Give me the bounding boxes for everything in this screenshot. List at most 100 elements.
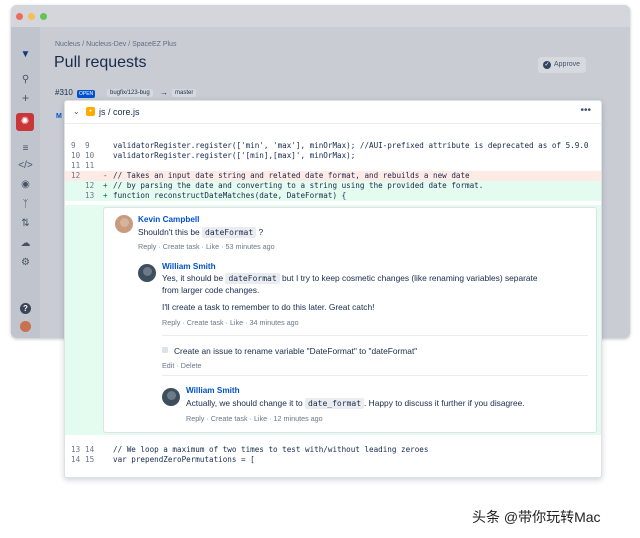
timestamp: 53 minutes ago — [221, 242, 275, 251]
create-task-link[interactable]: Create task — [182, 318, 223, 327]
new-line-number: 9 — [85, 141, 90, 150]
old-line-number: 9 — [71, 141, 76, 150]
comment-text: from larger code changes. — [162, 285, 260, 295]
search-icon[interactable]: ⚲ — [11, 74, 40, 86]
code-text: validatorRegister.register(['[min],[max]… — [113, 151, 356, 160]
reply-link[interactable]: Reply — [186, 414, 204, 423]
task-checkbox[interactable] — [162, 347, 168, 353]
like-link[interactable]: Like — [202, 242, 220, 251]
comment-author[interactable]: William Smith — [186, 386, 240, 395]
avatar[interactable] — [115, 215, 133, 233]
like-link[interactable]: Like — [250, 414, 268, 423]
new-line-number: 12 — [85, 181, 95, 190]
code-line[interactable]: 9 9 validatorRegister.register(['min', '… — [65, 141, 601, 151]
code-line[interactable]: 13 14 // We loop a maximum of two times … — [65, 445, 601, 455]
maximize-window-button[interactable] — [40, 13, 47, 20]
comment-author[interactable]: Kevin Campbell — [138, 215, 199, 224]
code-text: validatorRegister.register(['min', 'max'… — [113, 141, 589, 150]
new-line-number: 10 — [85, 151, 95, 160]
diff-marker: - — [103, 171, 108, 180]
timestamp: 12 minutes ago — [269, 414, 323, 423]
watermark-text: 头条 @带你玩转Mac — [472, 509, 601, 525]
delete-link[interactable]: Delete — [176, 361, 201, 370]
new-line-number: 15 — [85, 455, 95, 464]
new-line-number: 11 — [85, 161, 95, 170]
code-text: // Takes an input date string and relate… — [113, 171, 470, 180]
code-line[interactable]: 14 15 var prependZeroPermutations = [ — [65, 455, 601, 465]
comment-text: Yes, it should be — [162, 273, 224, 283]
code-line-added[interactable]: 12 + // by parsing the date and converti… — [65, 181, 601, 191]
old-line-number: 12 — [71, 171, 81, 180]
file-header: ⌄ • js / core.js ••• — [65, 101, 601, 124]
timestamp: 34 minutes ago — [245, 318, 299, 327]
diff-marker: + — [103, 191, 108, 200]
code-line[interactable]: 11 11 — [65, 161, 601, 171]
old-line-number: 11 — [71, 161, 81, 170]
minimize-window-button[interactable] — [28, 13, 35, 20]
comment-body: Yes, it should be dateFormat but I try t… — [162, 273, 538, 284]
diff-marker: + — [103, 181, 108, 190]
pull-request-icon[interactable]: ⇅ — [11, 218, 40, 230]
window-titlebar — [11, 5, 630, 27]
comment-author[interactable]: William Smith — [162, 262, 216, 271]
reply-link[interactable]: Reply — [162, 318, 180, 327]
comment-text: Shouldn't this be — [138, 227, 200, 237]
breadcrumb-repo[interactable]: Nucleus-Dev — [86, 41, 126, 48]
code-icon[interactable]: </> — [11, 160, 40, 172]
breadcrumb-space[interactable]: SpaceEZ Plus — [132, 41, 176, 48]
bitbucket-logo-icon[interactable]: ▼ — [11, 49, 40, 61]
comment-text: ? — [258, 227, 264, 237]
approve-label: Approve — [554, 61, 581, 68]
source-branch[interactable]: bugfix/123-bug — [107, 89, 153, 97]
deployments-icon[interactable]: ☁ — [11, 238, 40, 250]
code-text: // We loop a maximum of two times to tes… — [113, 445, 429, 454]
target-branch[interactable]: master — [172, 89, 197, 97]
tab-peek[interactable]: M — [56, 113, 62, 120]
help-icon[interactable]: ? — [20, 303, 31, 314]
divider — [162, 375, 588, 376]
reply-link[interactable]: Reply — [138, 242, 156, 251]
file-path[interactable]: js / core.js — [99, 107, 140, 117]
plus-icon[interactable]: + — [11, 92, 40, 104]
edit-link[interactable]: Edit — [162, 361, 174, 370]
comment-actions: Reply Create task Like 34 minutes ago — [162, 318, 299, 327]
more-options-icon[interactable]: ••• — [580, 105, 591, 116]
code-line[interactable]: 10 10 validatorRegister.register(['[min]… — [65, 151, 601, 161]
list-icon[interactable]: ≡ — [11, 143, 40, 155]
code-text: // by parsing the date and converting to… — [113, 181, 484, 190]
breadcrumb-separator: / — [128, 41, 131, 48]
checkmark-icon: ✓ — [543, 61, 551, 69]
close-window-button[interactable] — [16, 13, 23, 20]
chevron-down-icon[interactable]: ⌄ — [73, 107, 80, 116]
comment-body: Actually, we should change it to date_fo… — [186, 398, 525, 409]
old-line-number: 10 — [71, 151, 81, 160]
avatar[interactable] — [162, 388, 180, 406]
file-icon: • — [86, 107, 95, 116]
avatar[interactable] — [138, 264, 156, 282]
like-link[interactable]: Like — [226, 318, 244, 327]
create-task-link[interactable]: Create task — [206, 414, 247, 423]
comment-text: . Happy to discuss it further if you dis… — [364, 398, 525, 408]
user-avatar-icon[interactable] — [20, 321, 31, 332]
new-line-number: 13 — [85, 191, 95, 200]
comment-actions: Reply Create task Like 53 minutes ago — [138, 242, 275, 251]
branches-icon[interactable]: ᛉ — [11, 199, 40, 211]
task-item: Create an issue to rename variable "Date… — [162, 346, 417, 356]
commit-icon[interactable]: ◉ — [11, 179, 40, 191]
sidebar: ▼ ⚲ + ✺ ≡ </> ◉ ᛉ ⇅ ☁ ⚙ ? — [11, 27, 40, 338]
approve-button[interactable]: ✓ Approve — [538, 57, 586, 73]
comment-text: but I try to keep cosmetic changes (like… — [281, 273, 538, 283]
breadcrumb: Nucleus / Nucleus-Dev / SpaceEZ Plus — [55, 41, 176, 48]
comment-actions: Reply Create task Like 12 minutes ago — [186, 414, 323, 423]
code-line-deleted[interactable]: 12 - // Takes an input date string and r… — [65, 171, 601, 181]
breadcrumb-project[interactable]: Nucleus — [55, 41, 80, 48]
settings-icon[interactable]: ⚙ — [11, 257, 40, 269]
code-line-added[interactable]: 13 + function reconstructDateMatches(dat… — [65, 191, 601, 201]
inline-code: date_format — [305, 398, 365, 409]
project-icon[interactable]: ✺ — [16, 113, 34, 131]
pr-number: #310 — [55, 88, 73, 97]
create-task-link[interactable]: Create task — [158, 242, 199, 251]
breadcrumb-separator: / — [82, 41, 85, 48]
inline-code: dateFormat — [202, 227, 257, 238]
task-actions: Edit Delete — [162, 361, 202, 370]
